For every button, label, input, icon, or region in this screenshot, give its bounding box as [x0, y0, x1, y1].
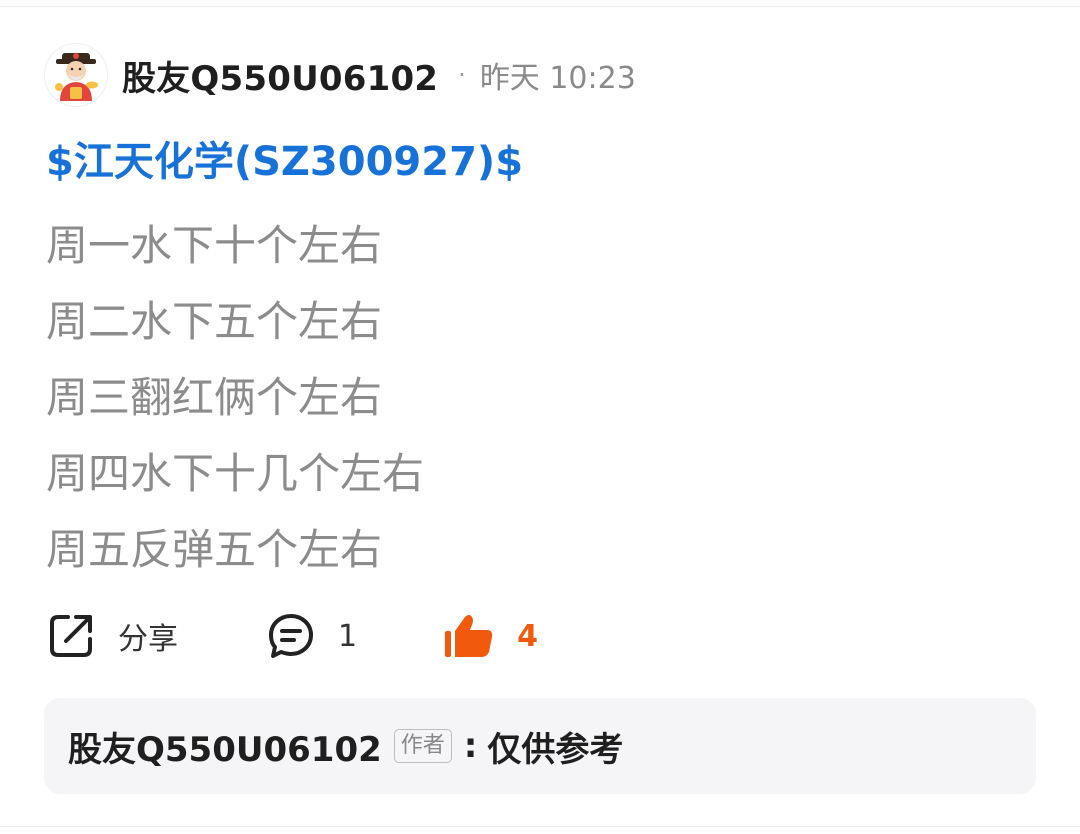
- reply-box[interactable]: 股友Q550U06102 作者 : 仅供参考: [44, 698, 1036, 794]
- post-line: 周三翻红俩个左右: [46, 373, 383, 422]
- meta-separator: ·: [458, 61, 466, 89]
- comment-button[interactable]: 1: [266, 611, 357, 661]
- post-card: 股友Q550U06102 · 昨天 10:23 $江天化学(SZ300927)$…: [0, 0, 1080, 834]
- comment-count: 1: [338, 618, 358, 654]
- like-button[interactable]: 4: [443, 611, 538, 661]
- post-body: $江天化学(SZ300927)$ 周一水下十个左右 周二水下五个左右 周三翻红俩…: [46, 132, 1046, 588]
- action-bar: 分享 1 4: [46, 606, 538, 666]
- post-line: 周四水下十几个左右: [46, 449, 425, 498]
- comment-icon: [269, 614, 313, 658]
- post-header: 股友Q550U06102 · 昨天 10:23: [44, 42, 636, 108]
- bottom-divider: [0, 826, 1080, 827]
- author-badge: 作者: [393, 729, 452, 763]
- post-timestamp: 昨天 10:23: [479, 61, 636, 96]
- like-count: 4: [517, 618, 538, 654]
- post-line: 周一水下十个左右: [46, 221, 383, 270]
- author-name[interactable]: 股友Q550U06102: [122, 51, 438, 100]
- fortune-god-icon: [55, 53, 98, 101]
- post-lines: 周一水下十个左右 周二水下五个左右 周三翻红俩个左右 周四水下十几个左右 周五反…: [46, 208, 1046, 588]
- post-line: 周五反弹五个左右: [46, 525, 383, 574]
- reply-separator: :: [463, 726, 478, 766]
- reply-text: 仅供参考: [487, 729, 624, 770]
- top-divider: [0, 6, 1080, 7]
- share-label: 分享: [118, 622, 178, 657]
- stock-link[interactable]: $江天化学(SZ300927)$: [46, 132, 523, 192]
- share-button[interactable]: 分享: [46, 611, 178, 661]
- reply-author[interactable]: 股友Q550U06102: [68, 722, 382, 771]
- avatar[interactable]: [44, 43, 108, 107]
- post-line: 周二水下五个左右: [46, 297, 383, 346]
- share-icon: [50, 615, 92, 657]
- thumbs-up-icon: [445, 615, 493, 657]
